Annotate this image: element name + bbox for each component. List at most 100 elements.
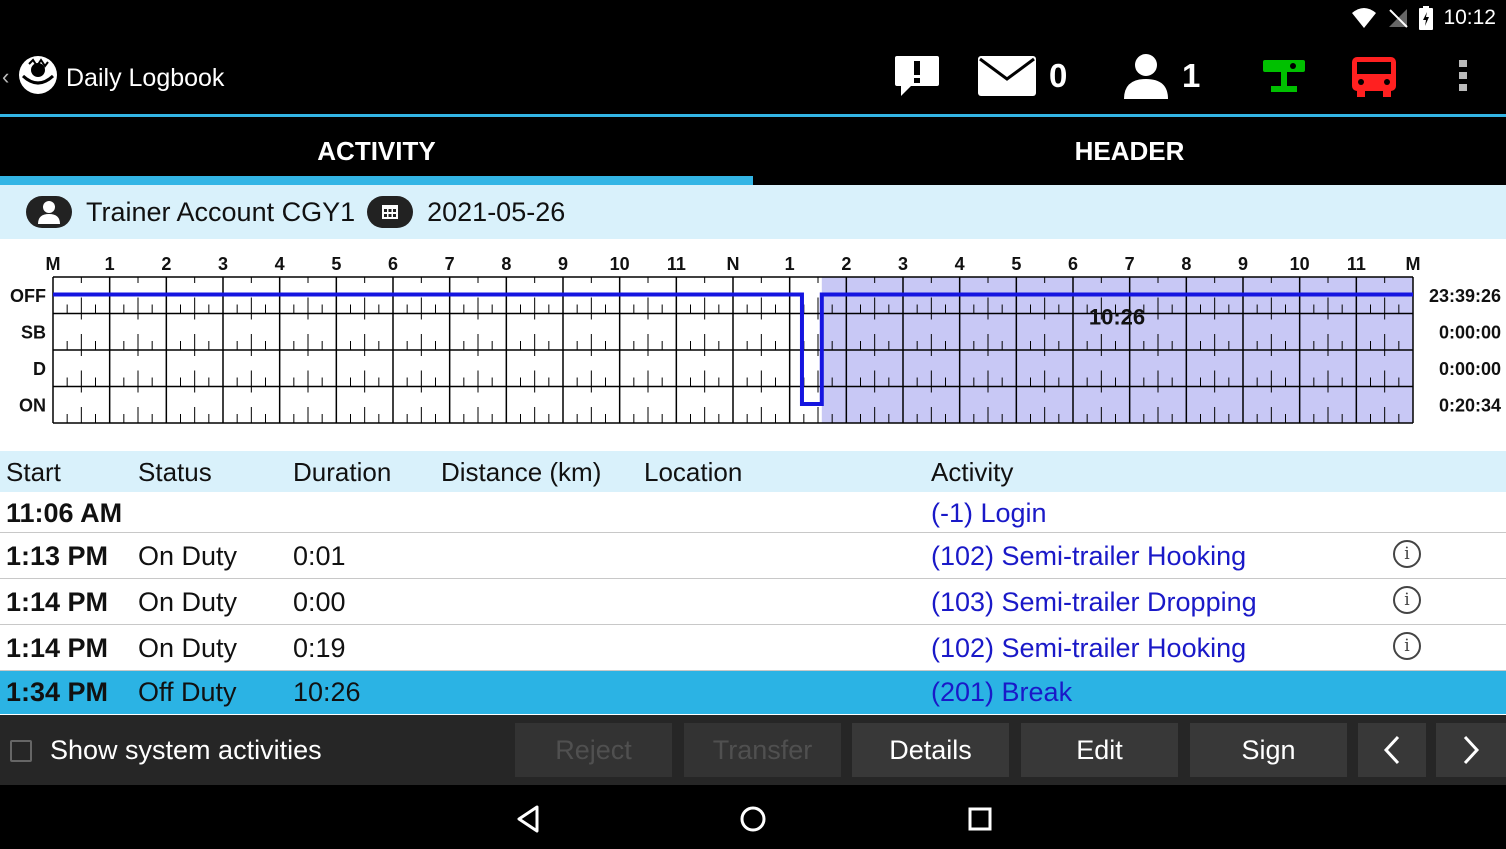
action-bar: ‹ Daily Logbook 0 1	[0, 38, 1506, 117]
alert-icon	[895, 56, 939, 96]
show-system-checkbox[interactable]	[10, 740, 32, 762]
status-row-label: OFF	[10, 286, 46, 306]
hour-label: 7	[445, 254, 455, 274]
row-start: 1:14 PM	[6, 587, 109, 617]
bus-icon	[1352, 57, 1396, 97]
col-location-header: Location	[644, 457, 743, 487]
row-start: 11:06 AM	[6, 498, 123, 528]
row-activity[interactable]: (102) Semi-trailer Hooking	[931, 541, 1246, 572]
table-header: Start Status Duration Distance (km) Loca…	[0, 451, 1506, 492]
sign-button[interactable]: Sign	[1190, 723, 1347, 777]
calendar-icon[interactable]	[367, 196, 414, 228]
recents-icon[interactable]	[968, 807, 992, 831]
status-total: 23:39:26	[1429, 286, 1501, 306]
row-duration: 0:01	[293, 541, 346, 571]
row-start: 1:14 PM	[6, 633, 109, 663]
hour-label: N	[727, 254, 740, 274]
hour-label: 10	[610, 254, 630, 274]
hour-label: 6	[388, 254, 398, 274]
status-total: 0:00:00	[1439, 323, 1501, 343]
logbook-graph-svg: M 1 2 3 4 5 6 7 8 9 10 11 N 1 2 3 4 5 6 7 8 9 10 11 MOFFSBDON23:…	[10, 254, 1501, 424]
tab-activity-label: ACTIVITY	[317, 135, 436, 166]
hour-label: 11	[667, 254, 686, 274]
table-row[interactable]: 11:06 AM (-1) Login	[0, 492, 1506, 533]
info-icon[interactable]: i	[1393, 632, 1421, 660]
hour-label: 4	[955, 254, 965, 274]
person-icon	[1124, 54, 1168, 99]
table-row[interactable]: 1:14 PM On Duty 0:19 (102) Semi-trailer …	[0, 625, 1506, 671]
row-status: On Duty	[138, 633, 238, 663]
hour-label: 9	[1238, 254, 1248, 274]
messages-button[interactable]: 0	[977, 38, 1067, 114]
row-activity[interactable]: (103) Semi-trailer Dropping	[931, 587, 1257, 618]
alerts-button[interactable]	[893, 38, 941, 114]
row-activity[interactable]: (-1) Login	[931, 498, 1047, 529]
hour-label: 3	[898, 254, 908, 274]
hour-label: 2	[161, 254, 171, 274]
hour-label: 4	[275, 254, 285, 274]
status-icons: 10:12	[1351, 6, 1496, 30]
overflow-menu-button[interactable]	[1456, 38, 1470, 114]
home-icon[interactable]	[739, 805, 767, 833]
hour-label: 5	[331, 254, 341, 274]
reject-button[interactable]: Reject	[515, 723, 672, 777]
transfer-button[interactable]: Transfer	[684, 723, 841, 777]
tab-indicator	[0, 176, 753, 185]
hour-label: 5	[1011, 254, 1021, 274]
app-logo-icon[interactable]	[17, 54, 59, 96]
bottom-toolbar: Show system activities Reject Transfer D…	[0, 715, 1506, 785]
hour-label: 1	[785, 254, 795, 274]
col-start-header: Start	[6, 457, 61, 487]
status-row-label: SB	[21, 323, 46, 343]
hour-label: 9	[558, 254, 568, 274]
driver-name: Trainer Account CGY1	[86, 196, 356, 227]
prev-day-button[interactable]	[1358, 723, 1426, 777]
app-title: Daily Logbook	[66, 64, 225, 92]
row-duration: 10:26	[293, 677, 361, 707]
driver-icon[interactable]	[26, 196, 72, 228]
vehicle-button[interactable]	[1351, 38, 1397, 114]
clock: 10:12	[1443, 6, 1496, 29]
no-signal-icon	[1389, 9, 1409, 28]
row-status: On Duty	[138, 587, 238, 617]
chevron-right-icon	[1463, 735, 1480, 765]
row-activity[interactable]: (102) Semi-trailer Hooking	[931, 633, 1246, 664]
system-nav-bar	[0, 785, 1506, 849]
hour-label: 10	[1290, 254, 1310, 274]
mail-icon	[978, 56, 1036, 96]
hour-label: 2	[841, 254, 851, 274]
row-activity[interactable]: (201) Break	[931, 677, 1072, 708]
trailer-button[interactable]	[1261, 38, 1307, 114]
next-day-button[interactable]	[1436, 723, 1506, 777]
col-activity-header: Activity	[931, 457, 1014, 487]
table-row[interactable]: 1:13 PM On Duty 0:01 (102) Semi-trailer …	[0, 533, 1506, 579]
back-icon[interactable]	[515, 805, 541, 833]
info-icon[interactable]: i	[1393, 586, 1421, 614]
tab-header[interactable]: HEADER	[753, 117, 1506, 185]
hour-label: M	[46, 254, 61, 274]
info-icon[interactable]: i	[1393, 540, 1421, 568]
row-duration: 0:00	[293, 587, 346, 617]
details-button[interactable]: Details	[852, 723, 1009, 777]
back-chevron-icon[interactable]: ‹	[2, 64, 9, 90]
messages-count: 0	[1049, 57, 1068, 94]
current-duration-label: 10:26	[1089, 305, 1145, 330]
logbook-graph[interactable]: M 1 2 3 4 5 6 7 8 9 10 11 N 1 2 3 4 5 6 7 8 9 10 11 M OFF SB D ON 23:…	[0, 239, 1506, 451]
trailer-icon	[1263, 60, 1305, 92]
users-button[interactable]: 1	[1122, 38, 1200, 114]
table-row[interactable]: 1:14 PM On Duty 0:00 (103) Semi-trailer …	[0, 579, 1506, 625]
status-bar: 10:12	[0, 0, 1506, 38]
col-duration-header: Duration	[293, 457, 392, 487]
content-area: Trainer Account CGY1 2021-05-26 M 1 2 3 4 5 6 7…	[0, 185, 1506, 715]
wifi-icon	[1352, 8, 1377, 28]
show-system-label[interactable]: Show system activities	[50, 735, 322, 766]
row-duration: 0:19	[293, 633, 346, 663]
tab-header-label: HEADER	[1074, 135, 1185, 166]
chevron-left-icon	[1383, 735, 1400, 765]
hour-label: 8	[1181, 254, 1191, 274]
status-row-label: D	[33, 359, 46, 379]
hour-label: 8	[501, 254, 511, 274]
edit-button[interactable]: Edit	[1021, 723, 1178, 777]
tab-activity[interactable]: ACTIVITY	[0, 117, 753, 185]
table-row-selected[interactable]: 1:34 PM Off Duty 10:26 (201) Break	[0, 671, 1506, 714]
